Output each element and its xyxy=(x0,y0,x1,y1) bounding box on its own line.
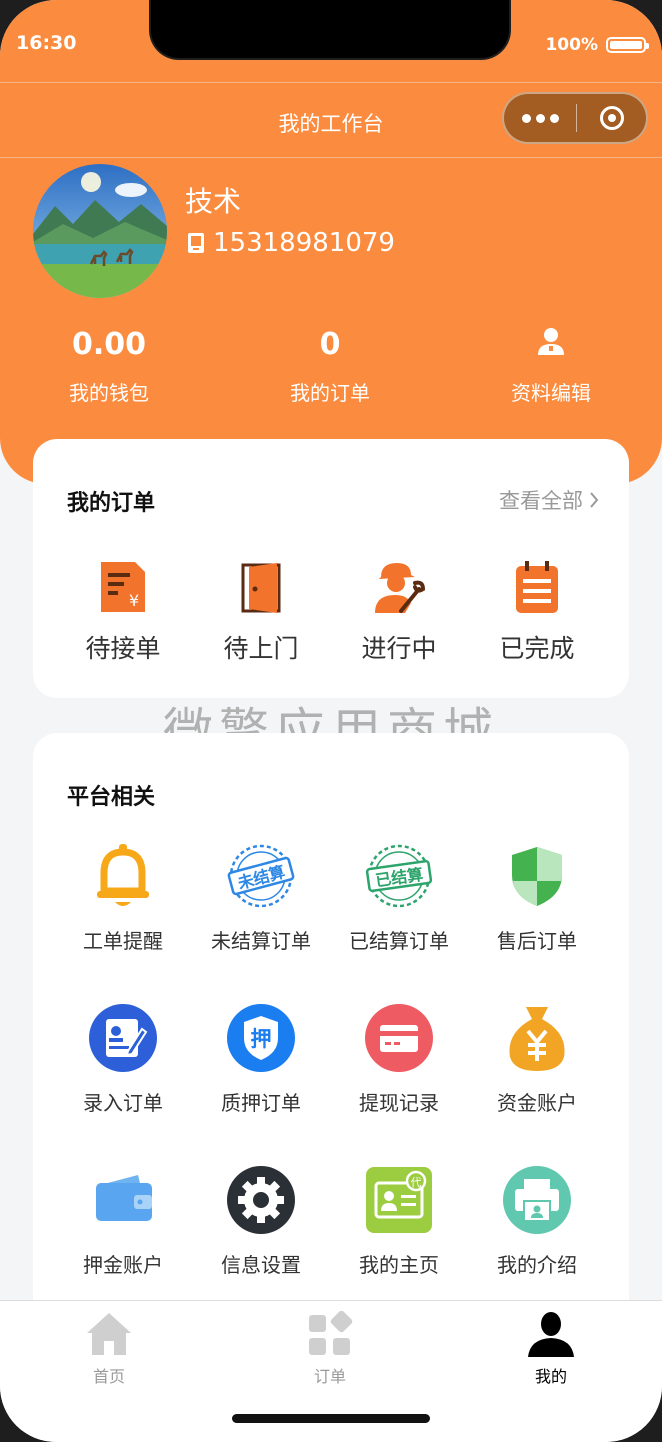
pledge-orders-label: 质押订单 xyxy=(221,1091,301,1115)
order-in-progress-label: 进行中 xyxy=(361,634,437,663)
withdrawal-records-label: 提现记录 xyxy=(359,1091,439,1115)
tab-mine[interactable]: 我的 xyxy=(491,1309,611,1387)
wallet-balance: 0.00 xyxy=(71,327,147,362)
order-pending-visit-label: 待上门 xyxy=(223,634,299,663)
order-count: 0 xyxy=(319,327,341,362)
after-sales-orders[interactable]: 售后订单 xyxy=(468,841,606,954)
profile-edit-label: 资料编辑 xyxy=(511,381,591,405)
user-phone-number: 15318981079 xyxy=(213,228,395,258)
order-completed[interactable]: 已完成 xyxy=(468,559,606,665)
bill-icon: ¥ xyxy=(95,559,151,615)
battery-icon xyxy=(606,37,649,53)
unsettled-stamp-icon: 未结算 xyxy=(226,841,296,911)
info-settings-label: 信息设置 xyxy=(221,1253,301,1277)
my-introduction-label: 我的介绍 xyxy=(497,1253,577,1277)
order-pending-accept[interactable]: ¥ 待接单 xyxy=(54,559,192,665)
deposit-account[interactable]: 押金账户 xyxy=(54,1165,192,1278)
battery-percent: 100% xyxy=(545,35,598,55)
door-icon xyxy=(233,559,289,615)
repairman-icon xyxy=(371,559,427,615)
stat-wallet[interactable]: 0.00 我的钱包 xyxy=(9,325,209,406)
unsettled-orders[interactable]: 未结算 未结算订单 xyxy=(192,841,330,954)
tab-home[interactable]: 首页 xyxy=(49,1309,169,1387)
miniapp-capsule xyxy=(502,92,648,144)
notch xyxy=(151,0,509,58)
money-bag-icon xyxy=(502,1003,572,1073)
grid-icon xyxy=(305,1309,355,1359)
user-phone: 15318981079 xyxy=(187,228,395,258)
fund-account-label: 资金账户 xyxy=(497,1091,577,1115)
unsettled-orders-label: 未结算订单 xyxy=(211,929,311,953)
stat-profile-edit[interactable]: 资料编辑 xyxy=(451,325,651,406)
id-card-glyph: 代 xyxy=(411,1176,422,1189)
view-all-link[interactable]: 查看全部 xyxy=(499,485,599,515)
enter-order[interactable]: 录入订单 xyxy=(54,1003,192,1116)
close-miniapp-icon[interactable] xyxy=(577,106,646,130)
divider xyxy=(0,157,662,158)
settled-orders-label: 已结算订单 xyxy=(349,929,449,953)
person-icon xyxy=(526,1309,576,1359)
home-indicator xyxy=(232,1414,430,1423)
my-homepage[interactable]: 代 我的主页 xyxy=(330,1165,468,1278)
work-order-reminder-label: 工单提醒 xyxy=(83,929,163,953)
more-icon[interactable] xyxy=(504,113,576,123)
view-all-label: 查看全部 xyxy=(499,489,583,513)
settled-stamp-icon: 已结算 xyxy=(364,841,434,911)
card-icon xyxy=(364,1003,434,1073)
phone-screen: 16:30 100% 我的工作台 技术 15318981079 0.00 我的钱… xyxy=(0,0,662,1442)
user-name: 技术 xyxy=(185,185,242,218)
svg-text:¥: ¥ xyxy=(129,591,139,610)
phone-icon xyxy=(188,233,204,253)
id-card-icon: 代 xyxy=(364,1165,434,1235)
wallet-label: 我的钱包 xyxy=(69,381,149,405)
work-order-reminder[interactable]: 工单提醒 xyxy=(54,841,192,954)
my-orders-card: 我的订单 查看全部 ¥ 待接单 待上门 进行中 已完成 xyxy=(33,439,629,698)
order-pending-accept-label: 待接单 xyxy=(85,634,161,663)
chevron-right-icon xyxy=(590,492,599,508)
status-battery: 100% xyxy=(545,35,649,55)
user-icon xyxy=(451,325,651,365)
orders-label: 我的订单 xyxy=(290,381,370,405)
bell-icon xyxy=(88,841,158,911)
deposit-account-label: 押金账户 xyxy=(83,1253,163,1277)
gear-icon xyxy=(226,1165,296,1235)
avatar[interactable] xyxy=(33,164,167,298)
form-edit-icon xyxy=(88,1003,158,1073)
withdrawal-records[interactable]: 提现记录 xyxy=(330,1003,468,1116)
order-completed-label: 已完成 xyxy=(499,634,575,663)
my-introduction[interactable]: 我的介绍 xyxy=(468,1165,606,1278)
tab-home-label: 首页 xyxy=(92,1367,125,1386)
tab-orders[interactable]: 订单 xyxy=(270,1309,390,1387)
order-pending-visit[interactable]: 待上门 xyxy=(192,559,330,665)
status-time: 16:30 xyxy=(16,32,77,54)
pledge-orders[interactable]: 押 质押订单 xyxy=(192,1003,330,1116)
my-orders-title: 我的订单 xyxy=(67,491,156,516)
platform-title: 平台相关 xyxy=(67,785,156,810)
after-sales-orders-label: 售后订单 xyxy=(497,929,577,953)
settled-orders[interactable]: 已结算 已结算订单 xyxy=(330,841,468,954)
my-homepage-label: 我的主页 xyxy=(359,1253,439,1277)
printer-icon xyxy=(502,1165,572,1235)
divider xyxy=(0,82,662,83)
wallet-icon xyxy=(88,1165,158,1235)
info-settings[interactable]: 信息设置 xyxy=(192,1165,330,1278)
platform-card: 平台相关 工单提醒 未结算 未结算订单 已结算 已结算订单 售后订单 录入订单 … xyxy=(33,733,629,1373)
clipboard-icon xyxy=(509,559,565,615)
home-icon xyxy=(84,1309,134,1359)
shield-icon xyxy=(502,841,572,911)
order-in-progress[interactable]: 进行中 xyxy=(330,559,468,665)
enter-order-label: 录入订单 xyxy=(83,1091,163,1115)
tab-orders-label: 订单 xyxy=(313,1367,346,1386)
tab-mine-label: 我的 xyxy=(534,1367,567,1386)
stat-orders[interactable]: 0 我的订单 xyxy=(230,325,430,406)
pledge-icon: 押 xyxy=(226,1003,296,1073)
pledge-glyph: 押 xyxy=(251,1027,272,1051)
fund-account[interactable]: 资金账户 xyxy=(468,1003,606,1116)
